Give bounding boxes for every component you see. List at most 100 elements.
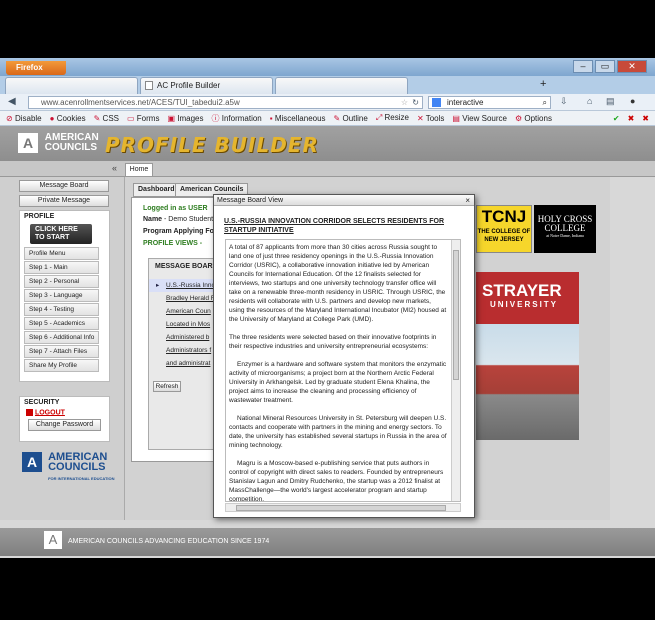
minimize-button[interactable]: – (573, 60, 593, 73)
profile-section: PROFILE CLICK HERE TO START Profile Menu… (19, 210, 110, 382)
step-4-testing[interactable]: Step 4 - Testing (24, 303, 99, 316)
maximize-button[interactable]: ▭ (595, 60, 615, 73)
view-source-menu[interactable]: ▤ View Source (452, 114, 507, 123)
web-developer-toolbar: ⊘ Disable ● Cookies ✎ CSS ▭ Forms ▣ Imag… (0, 111, 655, 126)
security-section: SECURITY LOGOUT Change Password (19, 396, 110, 442)
app-title: PROFILE BUILDER (105, 133, 319, 157)
step-6-additional-info[interactable]: Step 6 - Additional Info (24, 331, 99, 344)
bookmarks-icon[interactable]: ▤ (606, 96, 615, 107)
tab-label: AC Profile Builder (157, 81, 221, 90)
security-title: SECURITY (24, 399, 60, 406)
google-icon (432, 98, 441, 107)
resize-icon: ⤢ (375, 113, 383, 122)
strayer-ad[interactable]: STRAYER UNIVERSITY (476, 272, 579, 440)
click-start-line1: CLICK HERE (35, 226, 78, 233)
home-icon[interactable]: ⌂ (587, 96, 592, 106)
click-start-line2: TO START (35, 234, 70, 241)
search-icon[interactable]: ⌕ (543, 97, 547, 108)
forms-menu[interactable]: ▭ Forms (127, 114, 159, 123)
search-box[interactable]: interactive ⌕ (428, 96, 551, 109)
step-3-language[interactable]: Step 3 - Language (24, 289, 99, 302)
outline-icon: ✎ (333, 113, 341, 123)
bookmark-star-icon[interactable]: ☆ (401, 97, 408, 108)
campus-photo (476, 324, 579, 440)
miscellaneous-menu[interactable]: ▪ Miscellaneous (270, 114, 326, 123)
holy-cross-logo[interactable]: HOLY CROSS COLLEGE at Notre Dame, Indian… (534, 205, 596, 253)
step-5-academics[interactable]: Step 5 - Academics (24, 317, 99, 330)
home-tab[interactable]: Home (125, 163, 153, 177)
private-message-button[interactable]: Private Message (19, 195, 109, 207)
options-icon: ⚙ (514, 113, 523, 123)
collapse-sidebar-icon[interactable]: « (112, 163, 117, 173)
tcnj-logo[interactable]: TCNJ THE COLLEGE OF NEW JERSEY (476, 205, 532, 253)
step-1-main[interactable]: Step 1 - Main (24, 261, 99, 274)
tab-ac-profile-builder[interactable]: AC Profile Builder (140, 77, 273, 94)
misc-icon: ▪ (269, 113, 273, 123)
click-to-start-button[interactable]: CLICK HERE TO START (30, 224, 92, 244)
tcnj-big: TCNJ (481, 207, 527, 226)
message-board-button[interactable]: Message Board (19, 180, 109, 192)
ac-logo-icon: A (44, 531, 62, 549)
american-councils-logo-sidebar: A AMERICAN COUNCILS FOR INTERNATIONAL ED… (22, 452, 115, 484)
tools-menu[interactable]: ✕ Tools (417, 114, 444, 123)
dialog-title: Message Board View (217, 197, 284, 204)
forms-icon: ▭ (127, 113, 135, 123)
ac-logo-icon: A (22, 452, 42, 472)
dialog-header: Message Board View × (214, 195, 474, 206)
css-menu[interactable]: ✎ CSS (94, 114, 119, 123)
css-icon: ✎ (93, 113, 101, 123)
url-bar[interactable]: www.acenrollmentservices.net/ACES/TUI_ta… (28, 96, 423, 109)
information-menu[interactable]: ⓘ Information (212, 113, 262, 124)
tools-icon: ✕ (416, 113, 424, 123)
options-menu[interactable]: ⚙ Options (515, 114, 552, 123)
scrollbar-thumb[interactable] (236, 505, 446, 511)
outline-menu[interactable]: ✎ Outline (334, 114, 368, 123)
cookies-menu[interactable]: ● Cookies (50, 114, 86, 123)
search-value: interactive (447, 98, 484, 107)
tab-blank[interactable] (5, 77, 138, 94)
back-icon[interactable]: ◀ (8, 96, 16, 107)
logout-link[interactable]: LOGOUT (26, 409, 109, 416)
addon-icon[interactable]: ● (630, 96, 635, 106)
reload-icon[interactable]: ↻ (412, 97, 419, 108)
profile-menu-item[interactable]: Profile Menu (24, 247, 99, 260)
step-2-personal[interactable]: Step 2 - Personal (24, 275, 99, 288)
message-board-dialog: Message Board View × U.S.-RUSSIA INNOVAT… (213, 194, 475, 518)
share-my-profile[interactable]: Share My Profile (24, 359, 99, 372)
source-icon: ▤ (452, 113, 460, 123)
scrollbar-thumb[interactable] (453, 250, 459, 380)
tcnj-line2: NEW JERSEY (484, 237, 524, 243)
check-icon[interactable]: ✔ (613, 114, 620, 123)
firefox-menu-button[interactable]: Firefox (6, 61, 66, 75)
disable-menu[interactable]: ⊘ Disable (6, 114, 42, 123)
horizontal-scrollbar[interactable] (225, 503, 461, 512)
url-text: www.acenrollmentservices.net/ACES/TUI_ta… (41, 98, 240, 107)
vertical-scrollbar[interactable] (451, 240, 460, 501)
tab-dashboard[interactable]: Dashboard (133, 183, 180, 197)
step-7-attach-files[interactable]: Step 7 - Attach Files (24, 345, 99, 358)
logo-line2: COUNCILS (44, 142, 98, 153)
download-icon[interactable]: ⇩ (560, 96, 568, 107)
profile-views-label: PROFILE VIEWS - (143, 240, 203, 247)
article-body: A total of 87 applicants from more than … (225, 239, 461, 502)
article-paragraph: Enzymer is a hardware and software syste… (229, 361, 447, 404)
close-window-button[interactable]: ✕ (617, 60, 647, 73)
new-tab-button[interactable]: + (540, 78, 546, 90)
arrow-icon: ▸ (156, 282, 160, 289)
american-councils-logo[interactable]: A AMERICAN COUNCILS (18, 133, 99, 153)
tab-empty[interactable] (275, 77, 408, 94)
program-applying: Program Applying For - (143, 228, 221, 235)
refresh-button[interactable]: Refresh (153, 381, 181, 392)
images-menu[interactable]: ▣ Images (167, 114, 203, 123)
footer-text: AMERICAN COUNCILS ADVANCING EDUCATION SI… (68, 538, 270, 545)
browser-titlebar (0, 58, 655, 76)
change-password-button[interactable]: Change Password (28, 419, 101, 432)
close-toolbar-icon[interactable]: ✖ (642, 114, 649, 123)
error-icon[interactable]: ✖ (628, 114, 635, 123)
holy-cross-line3: at Notre Dame, Indiana (546, 233, 584, 238)
close-dialog-button[interactable]: × (465, 195, 470, 206)
resize-menu[interactable]: ⤢ Resize (376, 113, 409, 123)
article-paragraph: The three residents were selected based … (229, 334, 437, 350)
holy-cross-line2: COLLEGE (544, 223, 586, 233)
logged-in-label: Logged in as USER (143, 205, 208, 212)
